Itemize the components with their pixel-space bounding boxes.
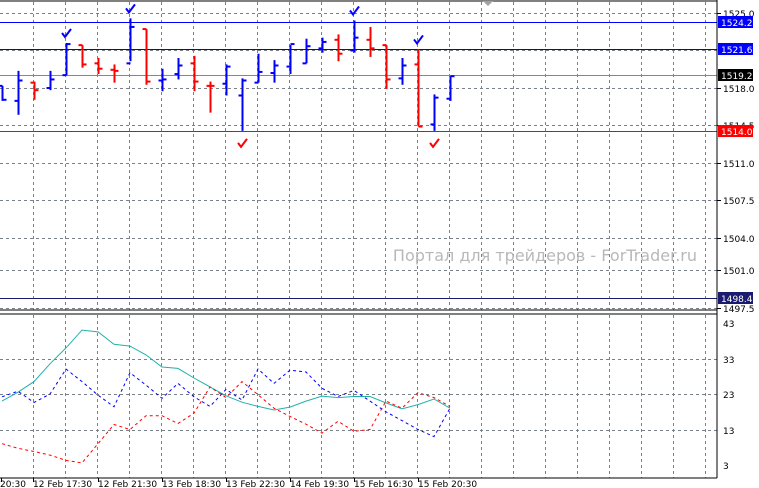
ohlc-bar [350,20,359,53]
ohlc-bar [382,44,391,90]
time-label: 13 Feb 22:30 [226,480,285,488]
ohlc-bar [110,64,119,83]
check-down-icon [237,138,248,149]
indicator-tick-label: 3 [723,462,729,472]
price-tick-label: 1504.0 [723,235,755,245]
price-tick-label: 1518.0 [723,85,755,95]
chart-shift-marker[interactable] [483,1,493,6]
ohlc-bar [206,81,215,113]
ohlc-bar [30,81,39,100]
ohlc-bar [46,70,55,91]
time-axis[interactable]: 20:30 12 Feb 17:30 12 Feb 21:30 13 Feb 18:3… [0,478,477,488]
indicator-line-plus-di [1,368,451,438]
indicator-tick-label: 23 [723,391,734,401]
time-label: 14 Feb 19:30 [290,480,349,488]
ohlc-bar [174,57,183,80]
price-tick-label: 1497.5 [723,305,755,315]
price-tag-label: 1519.2 [721,72,753,82]
ohlc-bar [78,44,87,68]
ohlc-bar [334,34,343,62]
time-label: 20:30 [0,480,26,488]
ohlc-bar [286,43,295,75]
ohlc-bar [398,57,407,85]
price-tick-label: 1501.0 [723,267,755,277]
price-tick-label: 1511.0 [723,160,755,170]
indicator-tick-label: 43 [723,320,734,330]
time-label: 15 Feb 16:30 [354,480,413,488]
ohlc-bar [158,68,167,92]
ohlc-bar [430,94,439,131]
price-tag-label: 1524.2 [721,19,753,29]
indicator-tick-label: 13 [723,427,734,437]
ohlc-bar [254,53,263,84]
ohlc-bar [222,64,231,96]
check-up-icon [349,5,360,17]
price-tag-label: 1514.0 [721,128,753,138]
time-label: 13 Feb 18:30 [162,480,221,488]
ohlc-bar [62,42,71,77]
price-bars [0,18,455,131]
ohlc-bar [414,49,423,128]
ohlc-bar [238,78,247,131]
check-up-icon [125,3,136,15]
ohlc-bar [142,28,151,85]
ohlc-bar [270,60,279,83]
ohlc-bar [14,70,23,115]
price-tick-label: 1507.5 [723,197,755,207]
ohlc-bar [446,75,455,101]
time-label: 15 Feb 20:30 [418,480,477,488]
indicator-tick-label: 33 [723,356,734,366]
ohlc-bar [94,57,103,75]
check-up-icon [413,34,424,46]
price-tag-label: 1521.6 [721,46,753,56]
ohlc-bar [302,38,311,65]
time-label: 12 Feb 17:30 [33,480,92,488]
grid [0,2,717,478]
watermark: Портал для трейдеров - ForTrader.ru [393,246,697,265]
price-tag-label: 1498.4 [721,295,753,305]
check-up-icon [61,28,72,39]
ohlc-bar [190,55,199,92]
price-axis[interactable]: 1525.01518.01514.51511.01507.51504.01501… [717,10,755,472]
trading-chart[interactable]: Портал для трейдеров - ForTrader.ru 1525… [0,0,759,488]
check-down-icon [429,138,440,149]
time-label: 12 Feb 21:30 [98,480,157,488]
ohlc-bar [366,26,375,57]
ohlc-bar [126,18,135,65]
